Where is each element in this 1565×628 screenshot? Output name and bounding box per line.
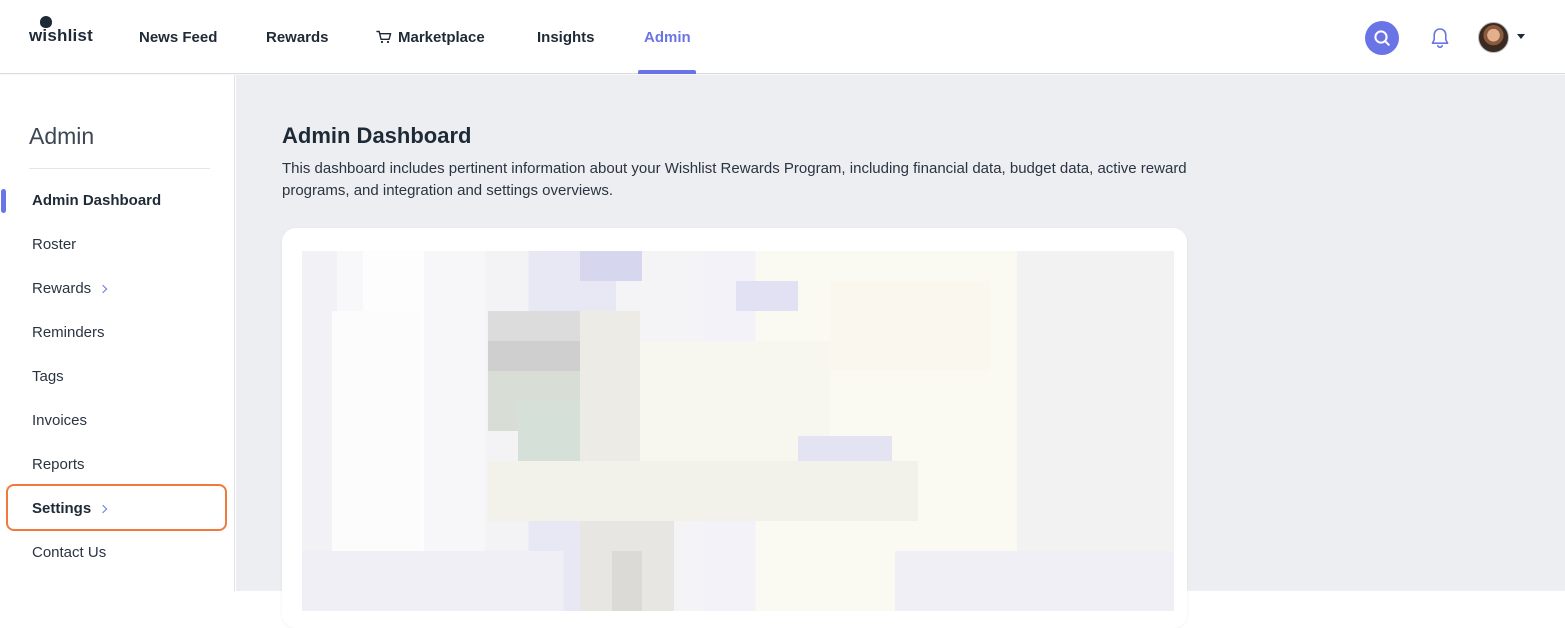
logo-text: wishlist: [29, 26, 93, 45]
nav-marketplace-label: Marketplace: [398, 28, 485, 46]
main-content: Admin Dashboard This dashboard includes …: [236, 75, 1565, 628]
nav-insights[interactable]: Insights: [537, 0, 595, 74]
nav-news-feed[interactable]: News Feed: [139, 0, 217, 74]
top-navigation-bar: wishlist News Feed Rewards Marketplace I…: [0, 0, 1565, 74]
chevron-down-icon: [1517, 34, 1525, 39]
search-button[interactable]: [1365, 21, 1399, 55]
chevron-right-icon: [98, 284, 108, 294]
wishlist-logo[interactable]: wishlist: [29, 14, 99, 50]
sidebar-item-admin-dashboard[interactable]: Admin Dashboard: [32, 192, 161, 209]
sidebar-item-invoices[interactable]: Invoices: [32, 412, 87, 429]
sidebar-item-label: Settings: [32, 500, 92, 517]
dashboard-card: [282, 228, 1187, 628]
active-nav-underline: [638, 70, 696, 74]
active-item-indicator: [1, 189, 6, 213]
sidebar-item-label: Rewards: [32, 280, 92, 297]
nav-marketplace[interactable]: Marketplace: [376, 0, 485, 74]
sidebar-item-roster[interactable]: Roster: [32, 236, 76, 253]
sidebar-item-settings[interactable]: Settings: [32, 500, 108, 517]
page-title: Admin Dashboard: [282, 123, 472, 148]
nav-rewards[interactable]: Rewards: [266, 0, 329, 74]
page-description: This dashboard includes pertinent inform…: [282, 160, 1187, 199]
user-menu[interactable]: [1478, 22, 1528, 54]
sidebar-item-tags[interactable]: Tags: [32, 368, 64, 385]
avatar: [1478, 22, 1509, 53]
admin-sidebar: Admin Admin Dashboard Roster Rewards Rem…: [0, 75, 235, 591]
bell-icon[interactable]: [1429, 26, 1451, 50]
chevron-right-icon: [98, 504, 108, 514]
search-icon: [1374, 30, 1390, 46]
sidebar-item-reminders[interactable]: Reminders: [32, 324, 105, 341]
sidebar-item-contact-us[interactable]: Contact Us: [32, 544, 106, 561]
sidebar-item-reports[interactable]: Reports: [32, 456, 85, 473]
sidebar-item-rewards[interactable]: Rewards: [32, 280, 108, 297]
cart-icon: [376, 30, 392, 44]
pixelated-dashboard-image: [302, 251, 1174, 611]
nav-admin[interactable]: Admin: [644, 0, 691, 74]
sidebar-divider: [29, 168, 210, 169]
sidebar-title: Admin: [29, 123, 95, 149]
